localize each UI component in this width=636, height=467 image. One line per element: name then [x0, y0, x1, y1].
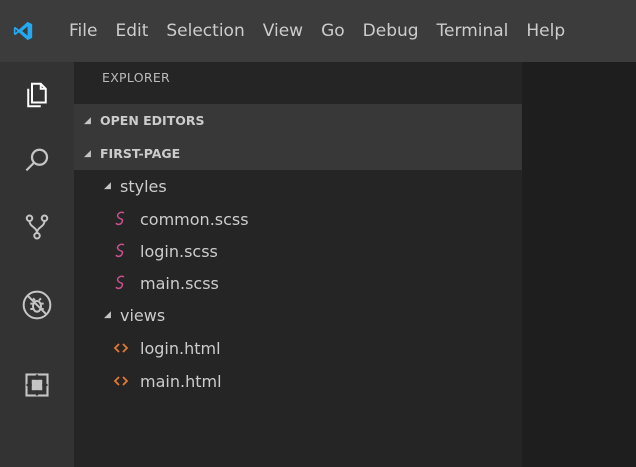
- files-icon[interactable]: [0, 66, 74, 124]
- explorer-sidebar: EXPLORER ◢ OPEN EDITORS ◢ FIRST-PAGE ◢ s…: [74, 62, 522, 467]
- file-main-scss[interactable]: main.scss: [74, 267, 522, 299]
- chevron-down-icon: ◢: [104, 310, 111, 320]
- chevron-down-icon: ◢: [104, 181, 111, 191]
- vscode-logo-icon: [0, 0, 60, 62]
- menu-go[interactable]: Go: [312, 0, 354, 62]
- menu-edit[interactable]: Edit: [106, 0, 157, 62]
- menu-terminal[interactable]: Terminal: [428, 0, 518, 62]
- section-first-page[interactable]: ◢ FIRST-PAGE: [74, 137, 522, 170]
- menu-view[interactable]: View: [254, 0, 312, 62]
- folder-label: styles: [120, 176, 167, 196]
- section-open-editors-label: OPEN EDITORS: [100, 113, 205, 128]
- file-login-scss[interactable]: login.scss: [74, 235, 522, 267]
- file-common-scss[interactable]: common.scss: [74, 203, 522, 235]
- menu-selection[interactable]: Selection: [157, 0, 253, 62]
- debug-icon[interactable]: [0, 276, 74, 334]
- source-control-icon[interactable]: [0, 198, 74, 256]
- chevron-down-icon: ◢: [84, 115, 91, 126]
- html-file-icon: [110, 372, 132, 390]
- scss-file-icon: [110, 274, 132, 292]
- file-label: login.html: [140, 338, 221, 358]
- html-file-icon: [110, 339, 132, 357]
- menu-help[interactable]: Help: [517, 0, 574, 62]
- chevron-down-icon: ◢: [84, 148, 91, 159]
- folder-label: views: [120, 305, 166, 325]
- activity-bar: [0, 62, 74, 467]
- extensions-icon[interactable]: [0, 356, 74, 414]
- explorer-title: EXPLORER: [102, 70, 171, 85]
- folder-styles[interactable]: ◢ styles: [74, 170, 522, 202]
- section-open-editors[interactable]: ◢ OPEN EDITORS: [74, 104, 522, 137]
- menu-file[interactable]: File: [60, 0, 106, 62]
- file-label: login.scss: [140, 241, 218, 261]
- section-first-page-label: FIRST-PAGE: [100, 146, 181, 161]
- menu-bar: File Edit Selection View Go Debug Termin…: [0, 0, 636, 62]
- file-label: main.html: [140, 371, 222, 391]
- scss-file-icon: [110, 210, 132, 228]
- folder-views[interactable]: ◢ views: [74, 299, 522, 331]
- editor-area[interactable]: [522, 62, 636, 467]
- file-login-html[interactable]: login.html: [74, 332, 522, 364]
- file-main-html[interactable]: main.html: [74, 365, 522, 397]
- scss-file-icon: [110, 242, 132, 260]
- menu-debug[interactable]: Debug: [354, 0, 428, 62]
- file-label: common.scss: [140, 209, 249, 229]
- file-label: main.scss: [140, 273, 219, 293]
- search-icon[interactable]: [0, 132, 74, 190]
